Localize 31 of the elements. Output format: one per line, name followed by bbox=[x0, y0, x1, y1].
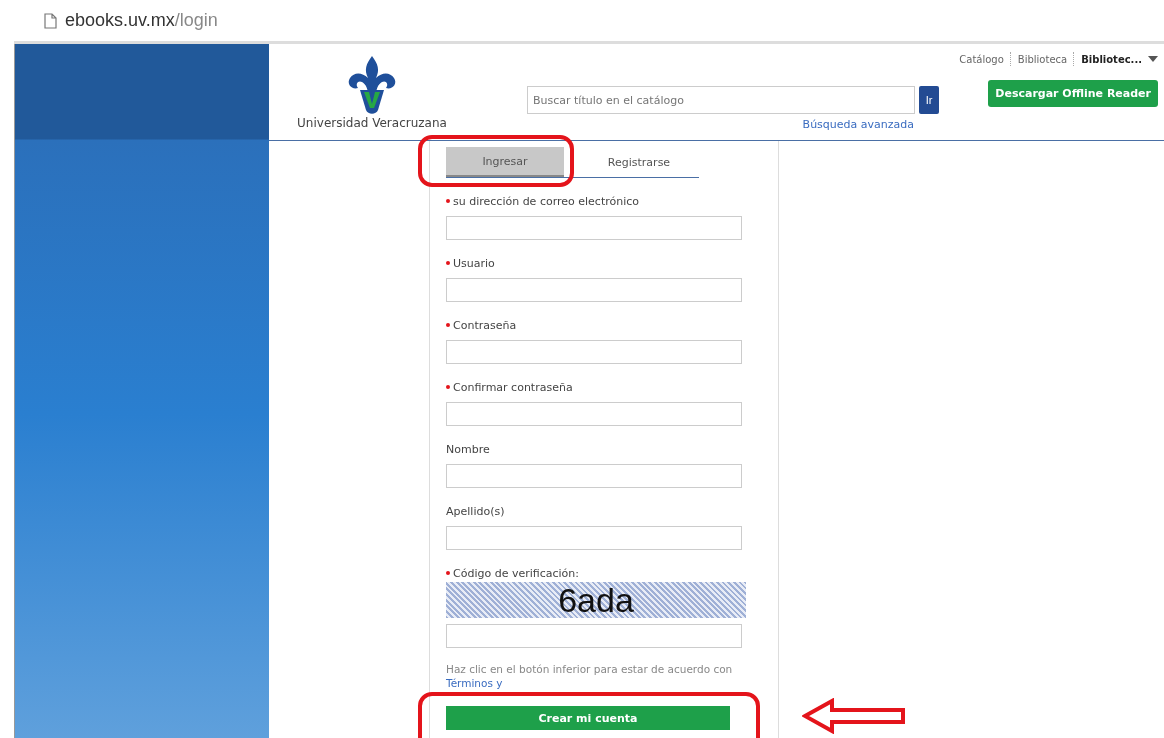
advanced-search-link[interactable]: Búsqueda avanzada bbox=[802, 118, 914, 131]
tab[interactable]: Ingresar bbox=[446, 147, 564, 177]
input-field[interactable] bbox=[446, 624, 742, 648]
input-field[interactable] bbox=[446, 526, 742, 550]
field-label: Código de verificación: bbox=[453, 566, 579, 580]
nav-link[interactable]: Catálogo bbox=[959, 53, 1004, 65]
input-field[interactable] bbox=[446, 278, 742, 302]
field-label: su dirección de correo electrónico bbox=[453, 194, 640, 208]
search-field[interactable]: Buscar título en el catálogo bbox=[527, 86, 915, 114]
nav-link[interactable]: Biblioteca bbox=[1017, 53, 1068, 65]
field-label: Nombre bbox=[446, 442, 490, 456]
document-icon bbox=[44, 12, 57, 29]
create-account-button[interactable]: Crear mi cuenta bbox=[446, 706, 730, 730]
terms-text: Haz clic en el botón inferior para estar de acuerdo con Términos y bbox=[446, 662, 734, 690]
input-field[interactable] bbox=[446, 464, 742, 488]
field-label: Contraseña bbox=[453, 318, 517, 332]
left-arrow-icon bbox=[802, 698, 906, 734]
caret-icon[interactable] bbox=[1148, 56, 1158, 62]
search-button[interactable]: Ir bbox=[919, 86, 939, 114]
nav-link[interactable]: Bibliotec... bbox=[1081, 53, 1142, 65]
input-field[interactable] bbox=[446, 340, 742, 364]
field-label: Confirmar contraseña bbox=[453, 380, 573, 394]
logo-text: Universidad Veracruzana bbox=[297, 116, 447, 130]
input-field[interactable] bbox=[446, 216, 742, 240]
field-label: Usuario bbox=[453, 256, 495, 270]
terms-link[interactable]: Términos y bbox=[446, 677, 503, 689]
url-text: ebooks.uv.mx/login bbox=[65, 10, 218, 31]
captcha-text: 6ada bbox=[558, 583, 634, 617]
download-button[interactable]: Descargar Offline Reader bbox=[988, 80, 1158, 107]
field-label: Apellido(s) bbox=[446, 504, 505, 518]
input-field[interactable] bbox=[446, 402, 742, 426]
